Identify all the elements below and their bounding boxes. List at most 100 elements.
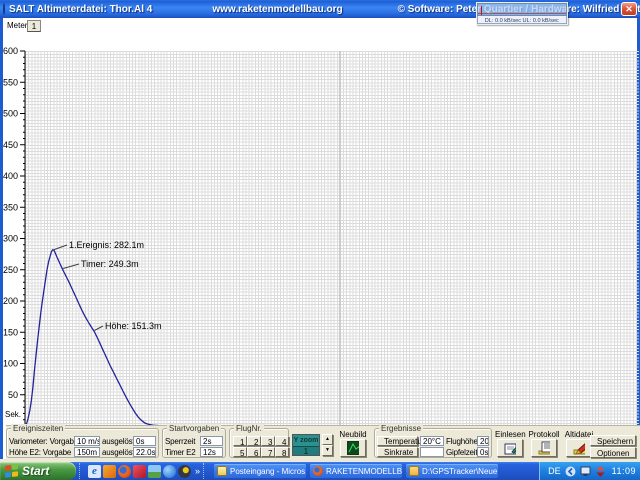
- group-label: Startvorgaben: [167, 424, 221, 433]
- firefox-icon[interactable]: [118, 465, 131, 478]
- y-tick-label: 50: [8, 390, 18, 400]
- y-tick-label: 350: [3, 202, 18, 212]
- title-website: www.raketenmodellbau.org: [212, 4, 342, 15]
- group-label: Ereigniszeiten: [11, 424, 65, 433]
- firefox-icon: [313, 466, 323, 476]
- network-rates: DL: 0.0 kB/sec UL: 0.0 kB/sec: [477, 16, 567, 24]
- media-red-icon[interactable]: [133, 465, 146, 478]
- start-button[interactable]: Start: [0, 462, 76, 480]
- sinkrate-button[interactable]: Sinkrate: [377, 447, 418, 457]
- neubild-label: Neubild: [336, 430, 370, 439]
- paintbrush-file-icon: [573, 441, 585, 455]
- protokoll-label: Protokoll: [528, 430, 560, 439]
- y-zoom-down-button[interactable]: ▼: [322, 445, 333, 456]
- sinkrate-field[interactable]: [420, 447, 444, 457]
- group-startvorgaben: Startvorgaben Sperrzeit 2s Timer E2 12s: [162, 428, 226, 458]
- application-window: 5010015020025030035040045050055060005101…: [0, 0, 640, 480]
- outlook-envelope-icon: [217, 466, 227, 476]
- clock[interactable]: 11:09: [612, 466, 636, 476]
- bottom-panel: Ereigniszeiten Variometer: Vorgabe 10 m/…: [6, 425, 640, 459]
- flight-number-button-6[interactable]: 6: [247, 447, 261, 457]
- einlesen-button[interactable]: [497, 439, 523, 457]
- einlesen-tool: Einlesen: [495, 428, 525, 458]
- ausgeloest-value-field[interactable]: 0s: [133, 436, 156, 446]
- printer-document-icon: [538, 441, 550, 455]
- globe-dark-icon[interactable]: [178, 465, 191, 478]
- language-indicator[interactable]: DE: [548, 466, 561, 476]
- y-tick-label: 200: [3, 296, 18, 306]
- y-tick-label: 400: [3, 171, 18, 181]
- quicklaunch-overflow-chevron[interactable]: »: [195, 466, 200, 476]
- sperrzeit-label: Sperrzeit: [165, 437, 198, 446]
- sperrzeit-field[interactable]: 2s: [200, 436, 223, 446]
- flight-number-button-8[interactable]: 8: [275, 447, 289, 457]
- task-label: D:\GPSTracker\Neue ...: [422, 467, 498, 476]
- neubild-tool: Neubild: [336, 428, 370, 458]
- task-label: RAKETENMODELLBAU...: [326, 467, 402, 476]
- messenger-icon[interactable]: [163, 465, 176, 478]
- y-axis-unit-label: Meter: [7, 21, 27, 30]
- system-tray: DE 11:09: [539, 462, 640, 480]
- protokoll-button[interactable]: [531, 439, 557, 457]
- altidatei-button[interactable]: [566, 439, 592, 457]
- start-label: Start: [22, 464, 49, 478]
- y-tick-label: 300: [3, 234, 18, 244]
- flight-number-button-4[interactable]: 4: [275, 436, 289, 446]
- y-zoom-up-button[interactable]: ▲: [322, 434, 333, 445]
- folder-icon: [409, 466, 419, 476]
- flight-number-button-7[interactable]: 7: [261, 447, 275, 457]
- y-tick-label: 150: [3, 327, 18, 337]
- variometer-label: Variometer: Vorgabe: [9, 437, 72, 446]
- network-meter-overlay[interactable]: DL: 0.0 kB/sec UL: 0.0 kB/sec: [476, 2, 568, 25]
- einlesen-label: Einlesen: [495, 430, 525, 439]
- timer-e2-label: Timer E2: [165, 448, 198, 457]
- du-meter-arrows-icon[interactable]: [595, 466, 606, 477]
- gipfelzeit-field[interactable]: 0s: [477, 447, 489, 457]
- speichern-button[interactable]: Speichern: [590, 435, 636, 446]
- group-label: FlugNr.: [234, 424, 264, 433]
- y-zoom-label: Y zoom: [293, 435, 319, 446]
- task-button[interactable]: RAKETENMODELLBAU...: [310, 464, 402, 478]
- ausgeloest-value-field[interactable]: 22.0s: [133, 447, 156, 457]
- flight-number-button-3[interactable]: 3: [261, 436, 275, 446]
- task-button[interactable]: D:\GPSTracker\Neue ...: [406, 464, 498, 478]
- flight-number-button-2[interactable]: 2: [247, 436, 261, 446]
- flughoehe-field[interactable]: 206m: [477, 436, 489, 446]
- x-axis-unit-label: Sek.: [5, 410, 21, 419]
- app-orange-icon[interactable]: [103, 465, 116, 478]
- task-button[interactable]: Posteingang - Micros...: [214, 464, 306, 478]
- flight-number-button-1[interactable]: 1: [233, 436, 247, 446]
- temperatur-field[interactable]: 20°C: [420, 436, 444, 446]
- y-tick-label: 600: [3, 46, 18, 56]
- close-button[interactable]: ✕: [621, 2, 637, 16]
- variometer-value-field[interactable]: 10 m/s: [74, 436, 100, 446]
- y-zoom-value: 1: [293, 446, 319, 455]
- y-tick-label: 100: [3, 359, 18, 369]
- neubild-button[interactable]: [340, 439, 366, 457]
- paint-icon[interactable]: [148, 465, 161, 478]
- network-graph: [477, 3, 567, 16]
- network-monitor-icon[interactable]: [580, 466, 591, 477]
- y-tick-label: 500: [3, 109, 18, 119]
- taskbar: Start e » Posteingang - Micros... RAKETEN…: [0, 462, 640, 480]
- y-tick-label: 250: [3, 265, 18, 275]
- temperatur-button[interactable]: Temperatur: [377, 436, 418, 446]
- windows-flag-icon: [5, 464, 18, 477]
- y-tick-label: 550: [3, 77, 18, 87]
- read-data-icon: [504, 442, 516, 455]
- tab-flight-1[interactable]: 1: [27, 20, 41, 32]
- timer-e2-field[interactable]: 12s: [200, 447, 223, 457]
- group-ereigniszeiten: Ereigniszeiten Variometer: Vorgabe 10 m/…: [6, 428, 159, 458]
- hoehe-e2-value-field[interactable]: 150m: [74, 447, 100, 457]
- window-title: SALT Altimeterdatei: Thor.Al 4: [9, 4, 152, 15]
- y-zoom-control: Y zoom 1: [292, 434, 320, 456]
- flughoehe-label: Flughöhe: [446, 437, 475, 446]
- app-globe-icon: [3, 3, 5, 15]
- task-label: Posteingang - Micros...: [230, 467, 306, 476]
- optionen-button[interactable]: Optionen: [590, 447, 636, 458]
- flight-number-button-5[interactable]: 5: [233, 447, 247, 457]
- ie-icon[interactable]: e: [88, 465, 101, 478]
- collapse-chevron-icon[interactable]: [565, 466, 576, 477]
- gipfelzeit-label: Gipfelzeit: [446, 448, 475, 457]
- plot-grid: [25, 51, 639, 426]
